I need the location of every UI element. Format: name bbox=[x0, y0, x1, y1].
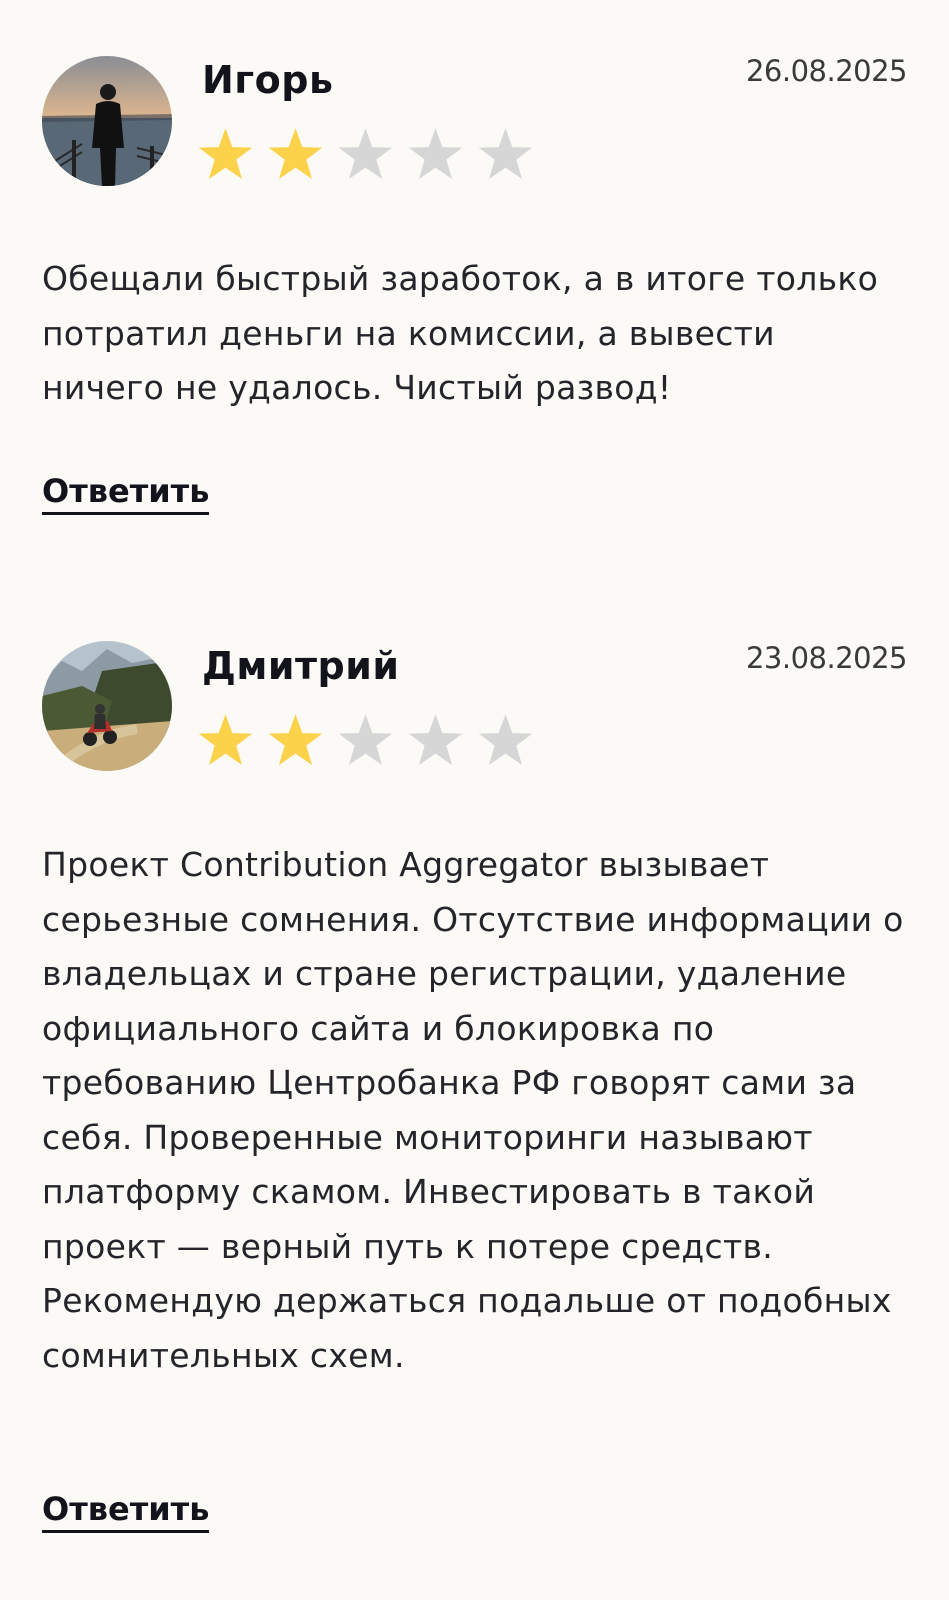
author-name: Игорь bbox=[202, 58, 334, 102]
star-empty-icon bbox=[408, 714, 463, 766]
avatar-photo bbox=[42, 56, 172, 186]
star-empty-icon bbox=[478, 128, 533, 180]
review-date: 26.08.2025 bbox=[745, 54, 908, 88]
star-empty-icon bbox=[478, 714, 533, 766]
review-text: Проект Contribution Aggregator вызывает … bbox=[42, 845, 904, 1375]
avatar[interactable] bbox=[42, 641, 172, 771]
author-name: Дмитрий bbox=[202, 644, 400, 688]
star-empty-icon bbox=[338, 714, 393, 766]
star-filled-icon bbox=[198, 714, 253, 766]
reply-button[interactable]: Ответить bbox=[42, 1490, 210, 1533]
avatar-photo bbox=[42, 641, 172, 771]
star-empty-icon bbox=[338, 128, 393, 180]
review-card: Дмитрий 23.08.2025 Проект Contribution A… bbox=[0, 598, 949, 1600]
star-filled-icon bbox=[198, 128, 253, 180]
review-text: Обещали быстрый заработок, а в итоге тол… bbox=[42, 259, 879, 407]
avatar[interactable] bbox=[42, 56, 172, 186]
star-filled-icon bbox=[268, 714, 323, 766]
rating-stars bbox=[197, 126, 534, 183]
star-empty-icon bbox=[408, 128, 463, 180]
rating-stars bbox=[197, 712, 534, 769]
review-date: 23.08.2025 bbox=[745, 641, 908, 675]
reply-button[interactable]: Ответить bbox=[42, 472, 210, 515]
review-card: Игорь 26.08.2025 Обещали быстрый заработ… bbox=[0, 0, 949, 560]
star-filled-icon bbox=[268, 128, 323, 180]
